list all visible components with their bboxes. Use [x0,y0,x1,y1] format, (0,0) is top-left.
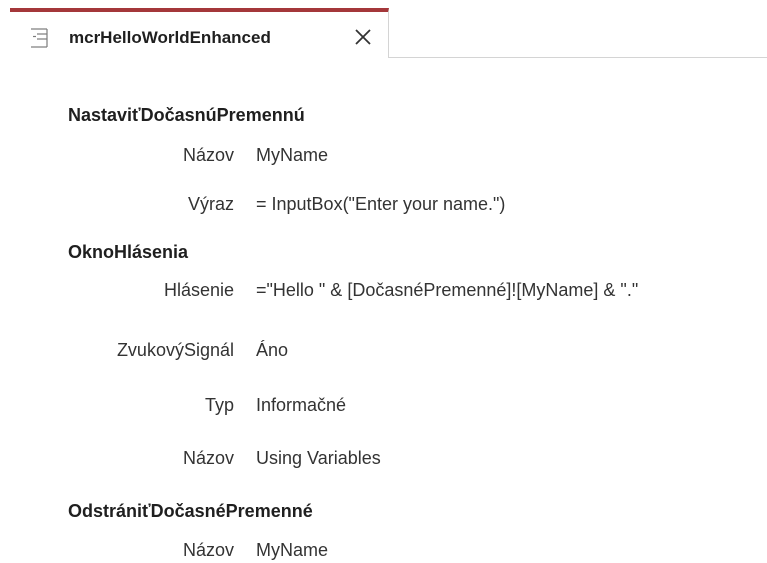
argument-value[interactable]: MyName [256,145,328,166]
macro-icon [31,28,48,48]
argument-value[interactable]: Informačné [256,395,346,416]
argument-label: Názov [182,448,234,468]
argument-label: Typ [204,395,234,415]
argument-label: Hlásenie [163,280,234,300]
argument-label: ZvukovýSignál [116,340,234,360]
argument-value[interactable]: MyName [256,540,328,561]
macro-design-surface: NastaviťDočasnúPremennú Názov MyName Výr… [0,58,767,563]
macro-action-message-box[interactable]: OknoHlásenia [68,242,188,263]
argument-label: Výraz [187,194,234,214]
argument-value[interactable]: ="Hello " & [DočasnéPremenné]![MyName] &… [256,280,638,301]
argument-value[interactable]: Using Variables [256,448,381,469]
macro-action-set-temp-var[interactable]: NastaviťDočasnúPremennú [68,105,305,126]
macro-document-tab[interactable]: mcrHelloWorldEnhanced [10,8,389,58]
argument-value[interactable]: = InputBox("Enter your name.") [256,194,505,215]
argument-label: Názov [182,145,234,165]
argument-label: Názov [182,540,234,560]
tab-title: mcrHelloWorldEnhanced [69,28,271,47]
close-icon[interactable] [350,24,376,50]
document-tab-bar: mcrHelloWorldEnhanced [0,0,767,58]
macro-action-remove-temp-vars[interactable]: OdstrániťDočasnéPremenné [68,501,313,522]
argument-value[interactable]: Áno [256,340,288,361]
